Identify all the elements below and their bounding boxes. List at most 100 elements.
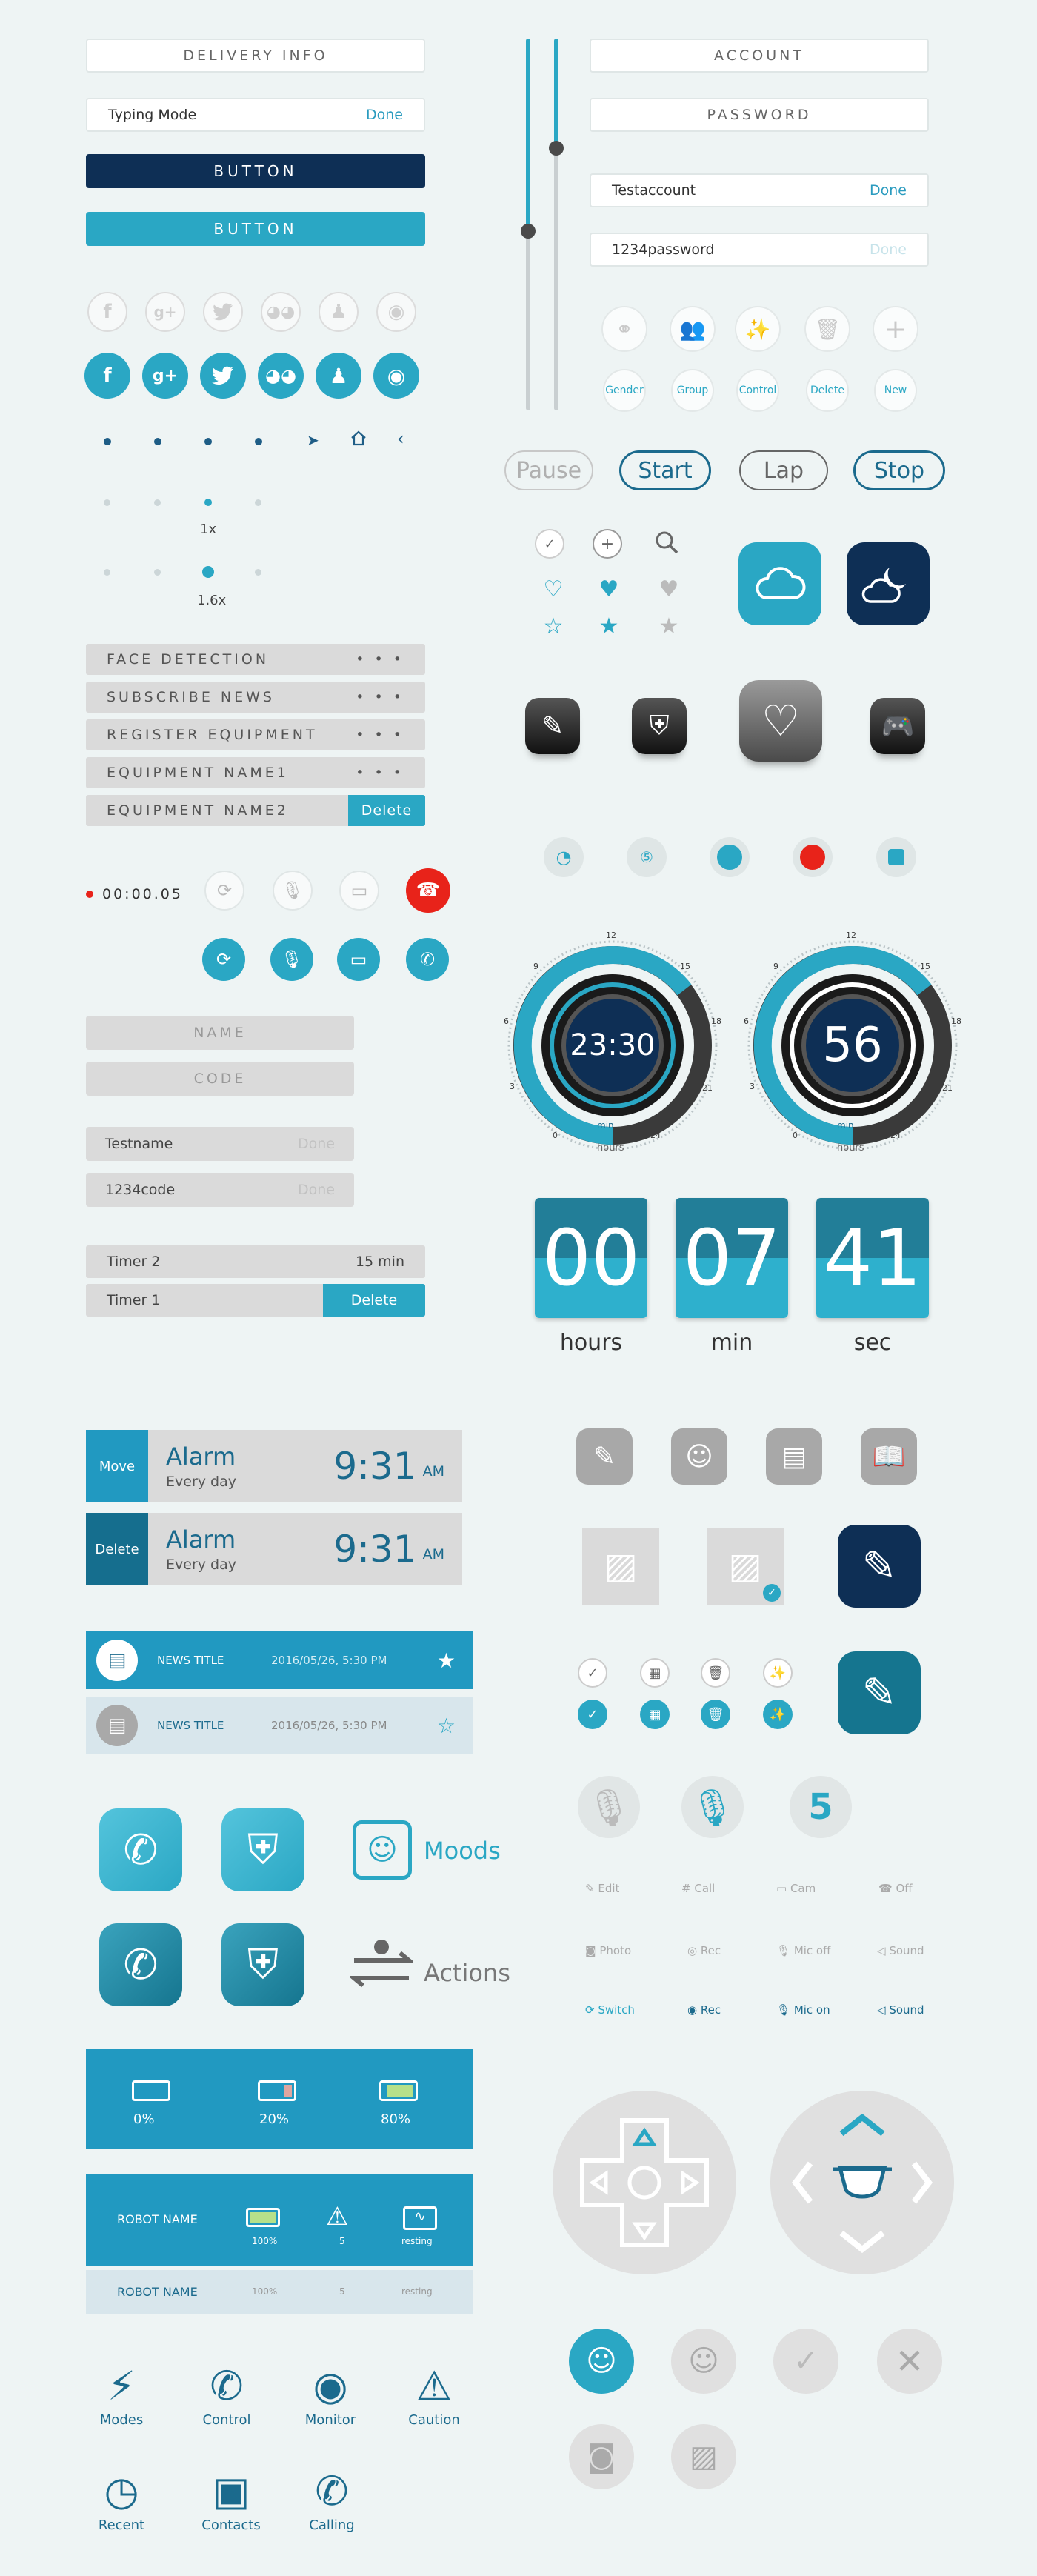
heart-filled-icon[interactable]: ♥ [590,576,627,602]
list-item[interactable]: SUBSCRIBE NEWS • • • [86,682,425,713]
robot-direction-control[interactable] [770,2091,954,2274]
handshake-heart-icon[interactable]: ♡ [739,680,822,762]
weibo-icon[interactable]: ◉ [376,292,416,332]
gender-icon[interactable]: ⚭ [601,306,647,352]
account-input[interactable]: Testaccount Done [590,173,929,207]
code-input[interactable]: 1234code Done [86,1173,354,1207]
cloud-icon[interactable] [738,542,821,625]
slider-handle[interactable] [549,141,564,156]
battery-icon[interactable]: ▭ [339,871,379,911]
plus-icon[interactable]: + [593,529,622,559]
start-button[interactable]: Start [619,450,711,490]
home-icon[interactable] [350,430,367,450]
check-icon[interactable]: ✓ [578,1700,607,1729]
weibo-icon[interactable]: ◉ [373,353,419,399]
trash-icon[interactable]: 🗑 [701,1700,730,1729]
modes-tab[interactable]: ⚡ Modes [84,2360,159,2428]
stop-button[interactable]: Stop [853,450,945,490]
button-light[interactable]: BUTTON [86,212,425,246]
check-icon[interactable]: ✓ [773,2329,838,2394]
google-plus-icon[interactable]: g+ [145,292,185,332]
done-button[interactable]: Done [366,107,403,123]
news-row[interactable]: ▤ NEWS TITLE 2016/05/26, 5:30 PM ★ [86,1631,473,1689]
mic-off-icon[interactable]: 🎙 [273,871,313,911]
robot-row[interactable]: ROBOT NAME 100% 5 resting [86,2270,473,2314]
trash-icon[interactable]: 🗑 [701,1658,730,1688]
done-button[interactable]: Done [298,1182,335,1198]
user-profile-icon[interactable]: ☺ [569,2329,634,2394]
delivery-info-field[interactable]: DELIVERY INFO [86,39,425,73]
mic-icon[interactable]: 🎙 [270,938,313,981]
sound-on-action[interactable]: ◁ Sound [877,2003,924,2017]
timer-row[interactable]: Timer 1 Delete [86,1284,425,1317]
password-field[interactable]: PASSWORD [590,98,929,132]
move-button[interactable]: Move [86,1430,148,1502]
phone-tile-icon[interactable]: ✆ [99,1923,182,2006]
delete-button[interactable]: Delete [348,795,425,826]
clock-dial[interactable]: 23:30 min hours 12 15 18 21 24 0 3 6 9 [502,931,723,1156]
battery-icon[interactable]: ▭ [337,938,380,981]
rec-action[interactable]: ◉ Rec [687,2003,721,2017]
shield-tile-icon[interactable]: ⛨ [221,1923,304,2006]
switch-camera-icon[interactable]: ⟳ [202,938,245,981]
edit-document-icon[interactable]: ✎ [525,698,580,754]
dpad-control[interactable] [553,2091,736,2274]
phone-tile-icon[interactable]: ✆ [99,1808,182,1891]
trash-icon[interactable]: 🗑 [804,306,850,352]
pause-button[interactable]: Pause [504,450,593,490]
countdown-badge[interactable]: 5 [790,1776,852,1838]
hang-up-icon[interactable]: ☎ [406,868,450,913]
star-outline-icon[interactable]: ☆ [437,1714,456,1738]
photo-action[interactable]: ◙ Photo [585,1944,631,1957]
image-placeholder-icon[interactable]: ▨ [582,1528,659,1605]
list-item[interactable]: FACE DETECTION • • • [86,644,425,675]
alarm-row[interactable]: Move Alarm Every day 9:31 AM [86,1430,462,1502]
phone-icon[interactable]: ✆ [406,938,449,981]
magic-wand-icon[interactable]: ✨ [763,1700,793,1729]
qq-penguin-icon[interactable]: ♟ [316,353,361,399]
stop-button[interactable] [876,837,916,877]
page-dot[interactable] [255,438,262,445]
calling-tab[interactable]: ✆ Calling [295,2466,369,2533]
magic-wand-icon[interactable]: ✨ [735,306,781,352]
control-button[interactable]: Control [736,369,779,412]
star-gray-icon[interactable]: ★ [650,613,687,639]
control-tab[interactable]: ✆ Control [190,2360,264,2428]
gender-button[interactable]: Gender [603,369,646,412]
button-dark[interactable]: BUTTON [86,154,425,188]
gamepad-icon[interactable]: 🎮 [870,698,925,754]
switch-action[interactable]: ⟳ Switch [585,2003,635,2017]
call-action[interactable]: # Call [681,1882,715,1895]
back-chevron-icon[interactable]: ‹ [397,428,404,449]
star-filled-icon[interactable]: ★ [590,613,627,639]
google-plus-icon[interactable]: g+ [142,353,188,399]
code-input[interactable]: CODE [86,1062,354,1096]
moods-face-icon[interactable]: ☺ [353,1820,412,1880]
name-input[interactable]: Testname Done [86,1127,354,1161]
plus-icon[interactable]: + [873,306,918,352]
clock-dial[interactable]: 56 min hours 12 15 18 21 24 0 3 6 9 [742,931,963,1156]
facebook-icon[interactable]: f [87,292,127,332]
wechat-icon[interactable]: ◕◕ [261,292,301,332]
delete-button[interactable]: Delete [86,1513,148,1585]
cam-action[interactable]: ▭ Cam [776,1882,816,1895]
page-dot[interactable] [104,438,111,445]
search-icon[interactable] [653,529,680,559]
heart-outline-icon[interactable]: ♡ [535,576,572,602]
image-selected-icon[interactable]: ▨ ✓ [707,1528,784,1605]
record-red-button[interactable] [793,837,833,877]
book-icon[interactable]: 📖 [861,1428,917,1485]
edit-user-icon[interactable]: ✎ [576,1428,633,1485]
switch-camera-icon[interactable]: ⟳ [204,871,244,911]
caution-tab[interactable]: ⚠ Caution [397,2360,471,2428]
mic-on-action[interactable]: 🎙 Mic on [776,2003,830,2017]
night-cloud-icon[interactable] [847,542,930,625]
twitter-icon[interactable] [200,353,246,399]
twitter-icon[interactable] [203,292,243,332]
news-icon[interactable]: ▤ [766,1428,822,1485]
delete-button[interactable]: Delete [323,1284,425,1317]
more-icon[interactable]: • • • [356,727,404,743]
robot-row[interactable]: ROBOT NAME 100% ⚠ 5 ∿ resting [86,2174,473,2266]
list-item[interactable]: EQUIPMENT NAME2 Delete [86,795,425,826]
user-lock-icon[interactable]: ☺ [671,2329,736,2394]
